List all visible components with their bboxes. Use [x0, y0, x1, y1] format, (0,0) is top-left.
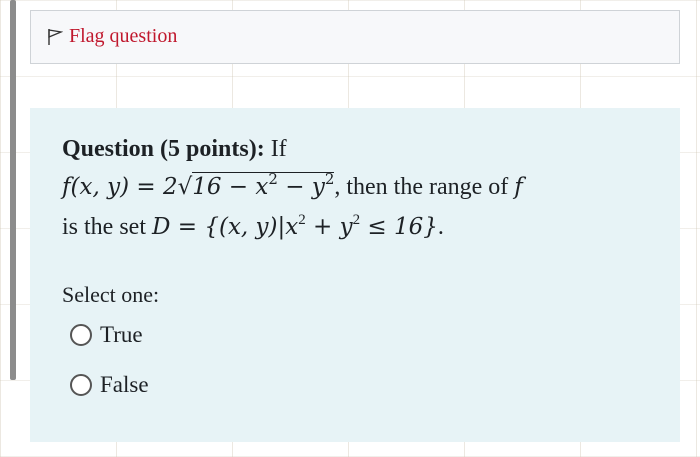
- flag-question-link[interactable]: Flag question: [47, 25, 177, 48]
- after-formula: , then the range of: [334, 174, 515, 200]
- question-text: Question (5 points): If f(x, y) = 2√16 −…: [62, 130, 662, 249]
- page-scroll-edge: [10, 0, 16, 380]
- line3-prefix: is the set: [62, 214, 152, 240]
- flag-question-panel: Flag question: [30, 10, 680, 64]
- sqrt-radicand: 16 − x2 − y2: [192, 170, 335, 200]
- sqrt-sign: √: [177, 174, 193, 200]
- set-expr-a: D = {(x, y)|x: [152, 214, 299, 240]
- set-expr-c: ≤ 16}: [360, 214, 438, 240]
- radio-true[interactable]: [70, 324, 92, 346]
- question-line-2: f(x, y) = 2√16 − x2 − y2, then the range…: [62, 168, 662, 208]
- line3-suffix: .: [437, 214, 444, 240]
- option-true[interactable]: True: [70, 322, 143, 348]
- select-one-label: Select one:: [62, 282, 160, 307]
- sqrt-mid: − y: [277, 174, 325, 200]
- exponent-y: 2: [324, 170, 335, 188]
- sqrt-base: 16 − x: [192, 174, 269, 200]
- question-intro: If: [270, 136, 287, 162]
- question-header: Question (5 points):: [62, 136, 265, 162]
- flag-icon: [48, 28, 63, 45]
- question-line-1: Question (5 points): If: [62, 130, 662, 168]
- range-var: f: [514, 174, 523, 200]
- option-false-label: False: [100, 372, 149, 397]
- set-exponent-y: 2: [352, 212, 361, 228]
- formula-lhs: f(x, y) = 2: [62, 174, 178, 200]
- set-exponent-x: 2: [298, 212, 306, 228]
- question-line-3: is the set D = {(x, y)|x2 + y2 ≤ 16}.: [62, 208, 662, 249]
- sqrt-expression: √16 − x2 − y2: [178, 168, 335, 208]
- question-panel: Question (5 points): If f(x, y) = 2√16 −…: [30, 108, 680, 442]
- option-true-label: True: [100, 322, 143, 347]
- flag-question-label: Flag question: [69, 25, 178, 47]
- radio-false[interactable]: [70, 374, 92, 396]
- exponent-x: 2: [268, 170, 278, 188]
- set-expr-b: + y: [305, 214, 353, 240]
- option-false[interactable]: False: [70, 372, 149, 398]
